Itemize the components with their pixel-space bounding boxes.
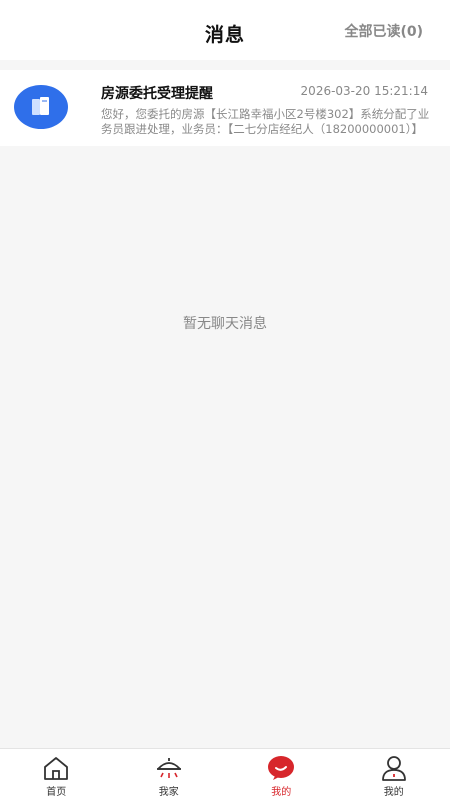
home-icon xyxy=(44,757,69,780)
tab-home-label: 首页 xyxy=(46,787,67,798)
tab-my-home-label: 我家 xyxy=(158,787,179,798)
message-list-item[interactable]: 房源委托受理提醒 2026-03-20 15:21:14 您好，您委托的房源【长… xyxy=(0,70,450,146)
empty-state-text: 暂无聊天消息 xyxy=(183,316,267,332)
message-avatar xyxy=(14,85,68,129)
bottom-tab-bar: 首页 我家 我的 我的 xyxy=(0,748,450,800)
tab-my-home[interactable]: 我家 xyxy=(113,749,226,800)
mark-all-read-button[interactable]: 全部已读(0) xyxy=(344,21,423,41)
tab-messages[interactable]: 我的 xyxy=(225,749,338,800)
header: 消息 全部已读(0) xyxy=(0,0,450,60)
chat-bubble-icon xyxy=(268,756,295,780)
building-icon xyxy=(32,97,49,115)
message-content: 您好，您委托的房源【长江路幸福小区2号楼302】系统分配了业务员跟进处理，业务员… xyxy=(101,107,430,136)
tab-profile-label: 我的 xyxy=(383,787,404,798)
message-title: 房源委托受理提醒 xyxy=(101,86,213,102)
user-icon xyxy=(381,756,406,781)
tab-home[interactable]: 首页 xyxy=(0,749,113,800)
tab-messages-label: 我的 xyxy=(271,787,292,798)
lamp-icon xyxy=(156,758,181,778)
tab-profile[interactable]: 我的 xyxy=(338,749,450,800)
message-time: 2026-03-20 15:21:14 xyxy=(300,84,428,98)
